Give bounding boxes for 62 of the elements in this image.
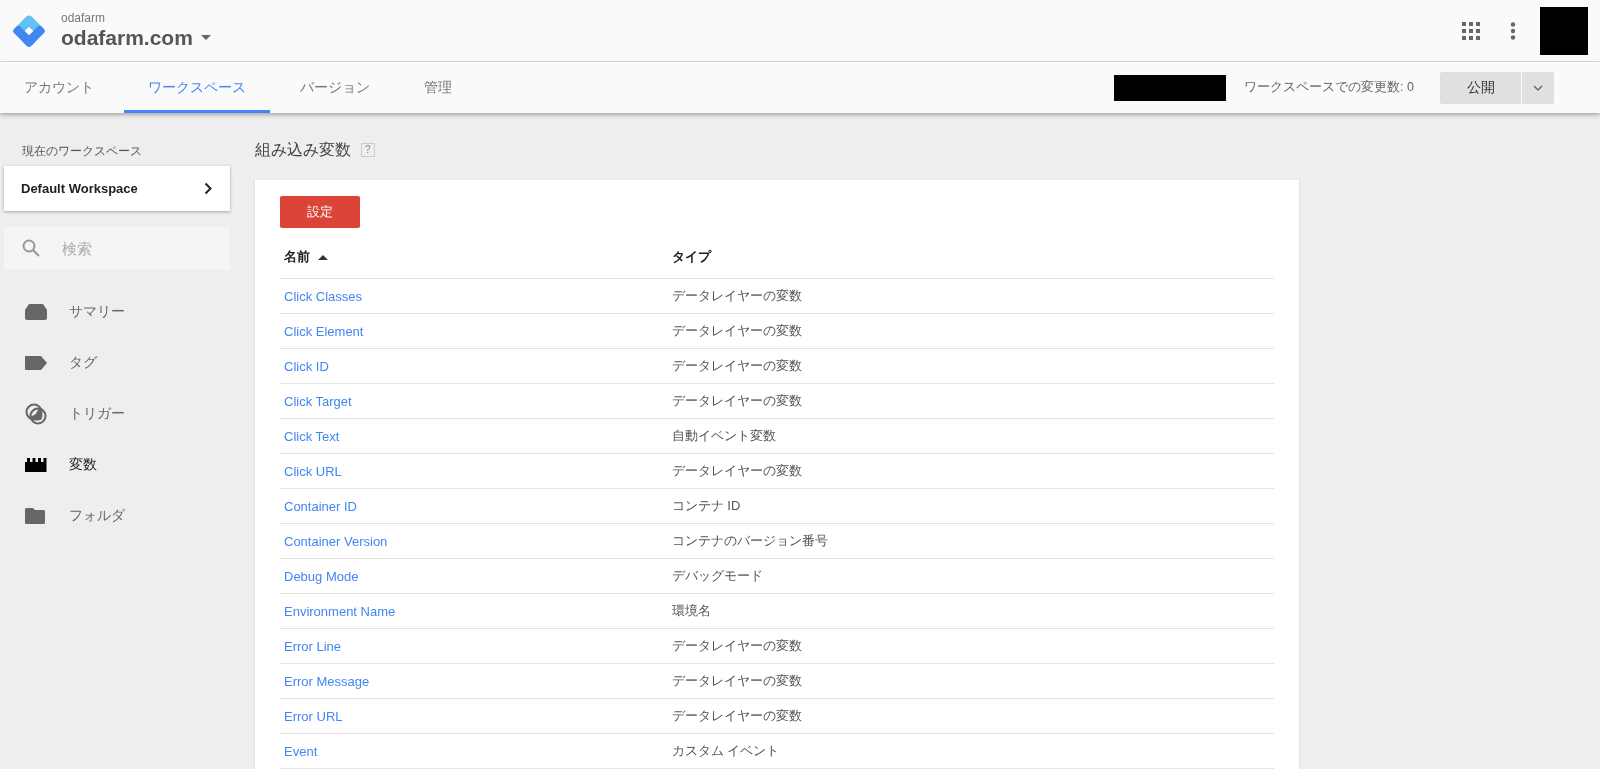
container-name[interactable]: odafarm.com: [61, 24, 193, 51]
table-cell: データレイヤーの変数: [671, 323, 802, 338]
table-cell: データレイヤーの変数: [671, 638, 802, 653]
table-cell: 環境名: [671, 603, 711, 618]
label-icon: [25, 355, 47, 370]
dropdown-caret-icon[interactable]: [200, 35, 211, 40]
variable-link[interactable]: Event: [284, 743, 318, 759]
variable-link[interactable]: Error Message: [284, 673, 370, 689]
table-cell: データレイヤーの変数: [671, 288, 802, 303]
configure-button[interactable]: 設定: [280, 196, 360, 228]
page-title: 組み込み変数: [255, 139, 351, 160]
variable-link[interactable]: Click ID: [284, 358, 329, 374]
redacted-block: [1540, 6, 1588, 55]
table-cell: データレイヤーの変数: [671, 358, 802, 373]
more-vert-icon[interactable]: [1510, 21, 1516, 40]
table-cell: デバッグモード: [671, 568, 763, 583]
workspace-label: 現在のワークスペース: [22, 143, 143, 160]
nav-link[interactable]: フォルダ: [69, 506, 125, 525]
column-header[interactable]: 名前: [284, 249, 310, 264]
account-name: odafarm: [61, 10, 107, 25]
workspace-selector[interactable]: Default Workspace: [4, 166, 230, 211]
table-cell: データレイヤーの変数: [671, 673, 802, 688]
variable-link[interactable]: Click Classes: [284, 288, 362, 304]
tab[interactable]: ワークスペース: [124, 62, 270, 113]
variable-link[interactable]: Container ID: [284, 498, 357, 514]
publish-button[interactable]: 公開: [1440, 71, 1521, 104]
table-cell: データレイヤーの変数: [671, 393, 802, 408]
variable-link[interactable]: Error Line: [284, 638, 342, 654]
nav-link[interactable]: タグ: [69, 353, 97, 372]
variable-link[interactable]: Debug Mode: [284, 568, 359, 584]
variable-link[interactable]: Click Target: [284, 393, 352, 409]
variable-link[interactable]: Error URL: [284, 708, 343, 724]
column-header[interactable]: タイプ: [671, 249, 711, 264]
variable-link[interactable]: Environment Name: [284, 603, 396, 619]
variable-link[interactable]: Click URL: [284, 463, 342, 479]
search-field[interactable]: 検索: [4, 227, 230, 270]
sort-ascending-icon[interactable]: [318, 255, 328, 261]
changes-count: ワークスペースでの変更数: 0: [1244, 79, 1414, 96]
chevron-right-icon: [204, 182, 212, 195]
nav-link[interactable]: サマリー: [69, 302, 125, 321]
table-cell: コンテナ ID: [671, 498, 741, 513]
tab[interactable]: 管理: [400, 62, 476, 113]
table-cell: カスタム イベント: [671, 743, 780, 758]
table-cell: データレイヤーの変数: [671, 463, 802, 478]
table-cell: 自動イベント変数: [671, 428, 776, 443]
apps-grid-icon[interactable]: [1462, 21, 1480, 40]
inbox-icon: [25, 303, 47, 320]
brick-icon: [25, 457, 47, 472]
variable-link[interactable]: Click Text: [284, 428, 340, 444]
overlapping-circles-icon: [25, 402, 47, 425]
help-button[interactable]: ?: [361, 143, 375, 157]
nav-link[interactable]: トリガー: [69, 404, 125, 423]
variable-link[interactable]: Click Element: [284, 323, 364, 339]
search-icon: [22, 239, 40, 257]
chevron-down-icon: [1533, 84, 1543, 91]
variable-link[interactable]: Container Version: [284, 533, 388, 549]
tab[interactable]: バージョン: [276, 62, 394, 113]
table-cell: コンテナのバージョン番号: [671, 533, 828, 548]
folder-icon: [25, 507, 45, 524]
nav-link[interactable]: 変数: [69, 455, 97, 474]
table-cell: データレイヤーの変数: [671, 708, 802, 723]
tab[interactable]: アカウント: [0, 62, 118, 113]
